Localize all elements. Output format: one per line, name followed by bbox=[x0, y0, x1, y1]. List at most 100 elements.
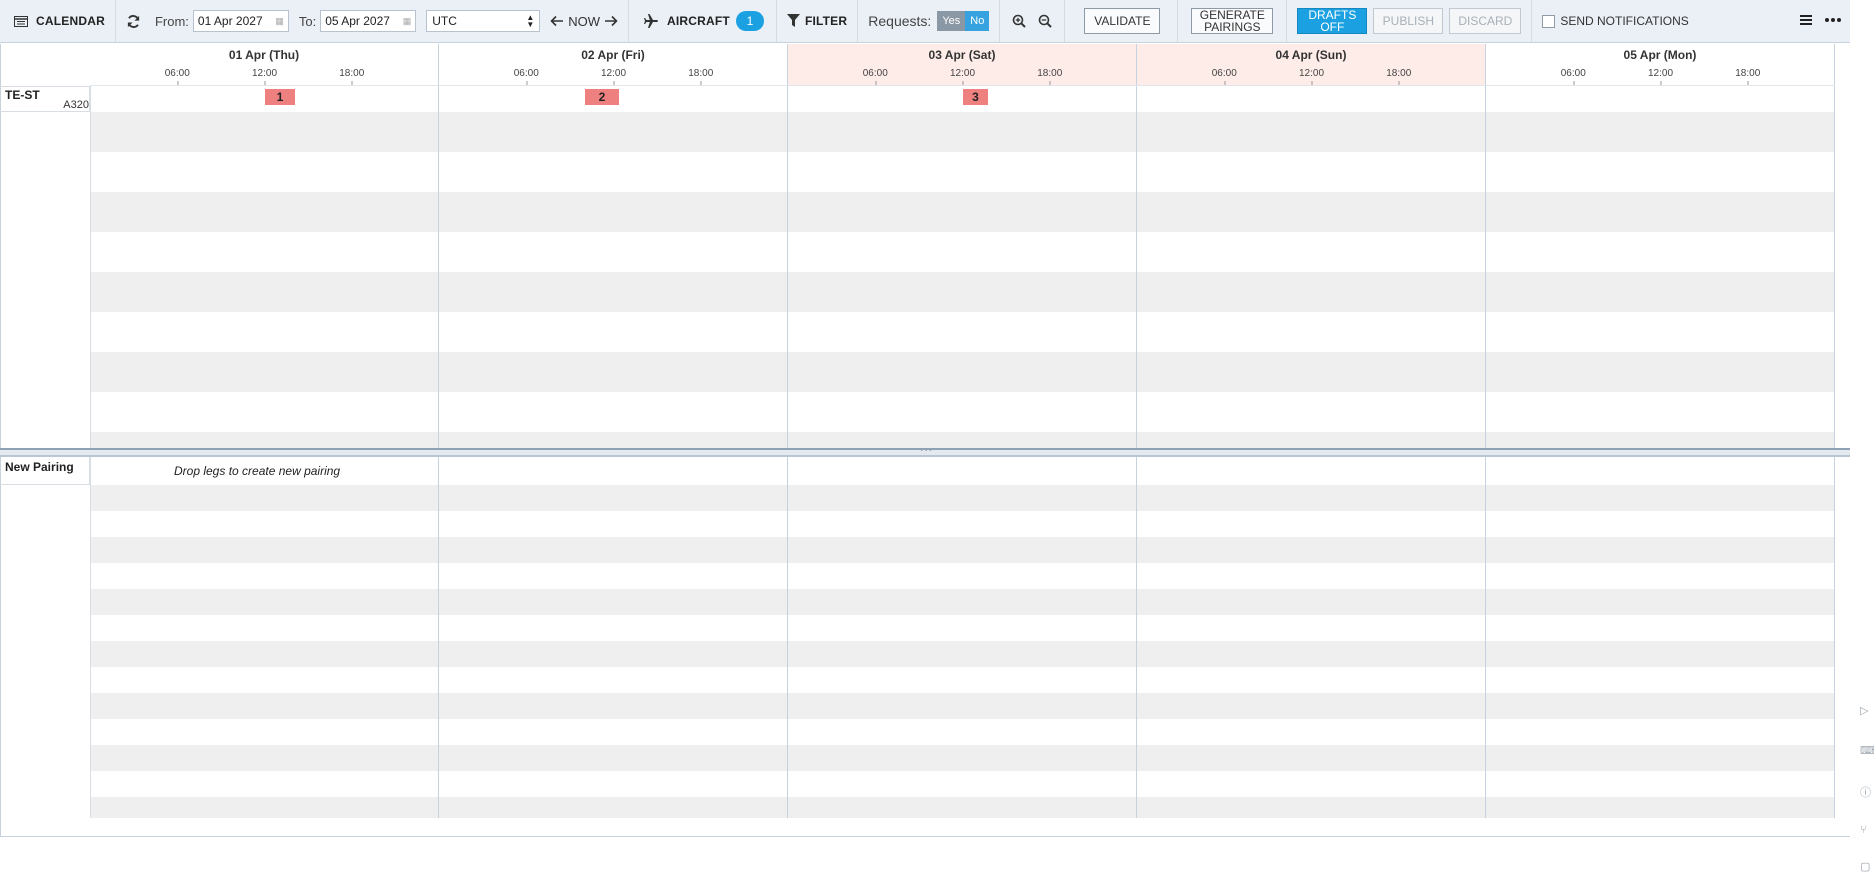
aircraft-count-badge: 1 bbox=[735, 11, 764, 31]
filter-label: FILTER bbox=[804, 14, 848, 28]
more-options-icon[interactable] bbox=[1825, 18, 1841, 22]
day-separator-line bbox=[787, 86, 788, 448]
generate-pairings-button[interactable]: GENERATE PAIRINGS bbox=[1191, 8, 1274, 34]
day-separator-line bbox=[438, 86, 439, 448]
day-title: 04 Apr (Sun) bbox=[1275, 48, 1347, 62]
branch-icon[interactable]: ⑂ bbox=[1860, 824, 1874, 838]
day-separator-line bbox=[1136, 86, 1137, 448]
day-title: 01 Apr (Thu) bbox=[228, 48, 300, 62]
hour-tick-label: 12:00 bbox=[251, 68, 278, 86]
refresh-icon[interactable] bbox=[126, 14, 141, 29]
notifications-section[interactable]: SEND NOTIFICATIONS bbox=[1532, 0, 1698, 42]
send-notifications-label: SEND NOTIFICATIONS bbox=[1560, 14, 1689, 28]
day-header: 02 Apr (Fri) 06:00 12:00 18:00 bbox=[439, 44, 788, 86]
validate-button[interactable]: VALIDATE bbox=[1084, 8, 1161, 34]
play-icon[interactable]: ▷ bbox=[1860, 704, 1874, 718]
discard-button[interactable]: DISCARD bbox=[1449, 8, 1522, 34]
from-date-input[interactable]: 01 Apr 2027 ▦ bbox=[192, 10, 289, 32]
grid-row-stripe bbox=[90, 693, 1835, 719]
flight-leg-label: 3 bbox=[972, 90, 979, 104]
bottom-divider bbox=[0, 836, 1850, 837]
timezone-value: UTC bbox=[432, 14, 457, 28]
hour-tick-label: 06:00 bbox=[862, 68, 888, 86]
drag-handle-icon[interactable]: ··· bbox=[920, 445, 933, 456]
grid-row-stripe bbox=[90, 641, 1835, 667]
select-arrows-icon: ▲ ▼ bbox=[526, 13, 535, 29]
drafts-toggle-button[interactable]: DRAFTS OFF bbox=[1297, 8, 1368, 34]
aircraft-registration: TE-ST bbox=[5, 88, 40, 102]
requests-toggle[interactable]: Yes No bbox=[937, 11, 990, 31]
grid-row-stripe bbox=[90, 485, 1835, 511]
now-button[interactable]: NOW bbox=[568, 14, 600, 29]
panel-splitter[interactable]: ··· bbox=[0, 445, 1850, 457]
hour-tick-label: 06:00 bbox=[1560, 68, 1586, 86]
date-range-section: From: 01 Apr 2027 ▦ To: 05 Apr 2027 ▦ UT… bbox=[116, 0, 633, 42]
flight-leg-chip[interactable]: 2 bbox=[585, 89, 619, 105]
requests-section: Requests: Yes No bbox=[858, 0, 1001, 42]
drop-hint: Drop legs to create new pairing bbox=[174, 464, 341, 478]
terminal-icon[interactable]: ⌨ bbox=[1860, 744, 1874, 758]
zoom-section bbox=[1000, 0, 1066, 42]
calendar-picker-icon[interactable]: ▦ bbox=[275, 16, 284, 27]
day-header: 03 Apr (Sat) 06:00 12:00 18:00 bbox=[788, 44, 1137, 86]
grid-row-stripe bbox=[90, 352, 1835, 392]
aircraft-type: A320 bbox=[63, 99, 89, 111]
day-separator-line bbox=[1834, 86, 1835, 448]
aircraft-row-header[interactable]: TE-ST A320 bbox=[0, 86, 90, 112]
hour-tick-label: 12:00 bbox=[1298, 68, 1325, 86]
new-pairing-header[interactable]: New Pairing bbox=[0, 457, 90, 485]
airplane-icon bbox=[643, 13, 659, 29]
calendar-picker-icon[interactable]: ▦ bbox=[403, 16, 412, 27]
day-header: 05 Apr (Mon) 06:00 12:00 18:00 bbox=[1486, 44, 1835, 86]
timezone-select[interactable]: UTC ▲ ▼ bbox=[426, 10, 541, 32]
grid-left-line bbox=[90, 457, 91, 818]
alert-icon[interactable]: ⓘ bbox=[1860, 784, 1874, 799]
hour-tick-label: 06:00 bbox=[1211, 68, 1237, 86]
hour-tick-label: 18:00 bbox=[688, 68, 714, 86]
to-date-input[interactable]: 05 Apr 2027 ▦ bbox=[320, 10, 417, 32]
aircraft-section[interactable]: AIRCRAFT 1 bbox=[633, 0, 777, 42]
grid-row-stripe bbox=[90, 432, 1835, 448]
to-date-value: 05 Apr 2027 bbox=[325, 14, 390, 28]
filter-icon bbox=[786, 14, 800, 28]
header-bottom-line bbox=[90, 85, 1835, 86]
day-header: 04 Apr (Sun) 06:00 12:00 18:00 bbox=[1137, 44, 1486, 86]
publish-button[interactable]: PUBLISH bbox=[1373, 8, 1444, 34]
from-label: From: bbox=[154, 13, 189, 29]
from-date-value: 01 Apr 2027 bbox=[197, 14, 263, 28]
hour-tick-label: 18:00 bbox=[339, 68, 365, 86]
requests-no-option[interactable]: No bbox=[965, 11, 990, 31]
zoom-out-icon[interactable] bbox=[1038, 14, 1053, 28]
send-notifications-checkbox[interactable] bbox=[1542, 14, 1556, 28]
hour-tick-label: 18:00 bbox=[1037, 68, 1063, 86]
requests-label: Requests: bbox=[868, 13, 932, 29]
requests-yes-option[interactable]: Yes bbox=[937, 11, 966, 31]
arrow-right-icon[interactable] bbox=[604, 15, 618, 27]
drafts-line2: OFF bbox=[1320, 20, 1345, 34]
hour-tick-label: 12:00 bbox=[949, 68, 976, 86]
zoom-in-icon[interactable] bbox=[1012, 14, 1027, 28]
square-icon[interactable]: ▢ bbox=[1860, 860, 1874, 874]
validate-section: VALIDATE bbox=[1065, 0, 1179, 42]
filter-button[interactable]: FILTER bbox=[777, 0, 859, 42]
hamburger-menu-icon[interactable] bbox=[1800, 14, 1812, 25]
day-separator-line bbox=[1834, 457, 1835, 818]
calendar-section[interactable]: CALENDAR bbox=[0, 0, 116, 42]
grid-row-stripe bbox=[90, 192, 1835, 232]
day-title: 03 Apr (Sat) bbox=[928, 48, 996, 62]
flight-leg-chip[interactable]: 1 bbox=[265, 89, 295, 105]
grid-row-stripe bbox=[90, 797, 1835, 818]
day-separator-line bbox=[1485, 86, 1486, 448]
arrow-left-icon[interactable] bbox=[550, 15, 564, 27]
grid-left-line bbox=[90, 86, 91, 448]
flight-leg-chip[interactable]: 3 bbox=[963, 89, 988, 105]
day-separator-line bbox=[438, 457, 439, 818]
drafts-section: DRAFTS OFF PUBLISH DISCARD bbox=[1287, 0, 1533, 42]
day-title: 05 Apr (Mon) bbox=[1623, 48, 1697, 62]
toolbar: CALENDAR From: 01 Apr 2027 ▦ To: 05 Apr … bbox=[0, 0, 1850, 43]
grid-row-stripe bbox=[90, 112, 1835, 152]
hour-tick-label: 18:00 bbox=[1735, 68, 1761, 86]
day-header: 01 Apr (Thu) 06:00 12:00 18:00 bbox=[90, 44, 439, 86]
day-title: 02 Apr (Fri) bbox=[581, 48, 645, 62]
divider bbox=[618, 0, 630, 42]
